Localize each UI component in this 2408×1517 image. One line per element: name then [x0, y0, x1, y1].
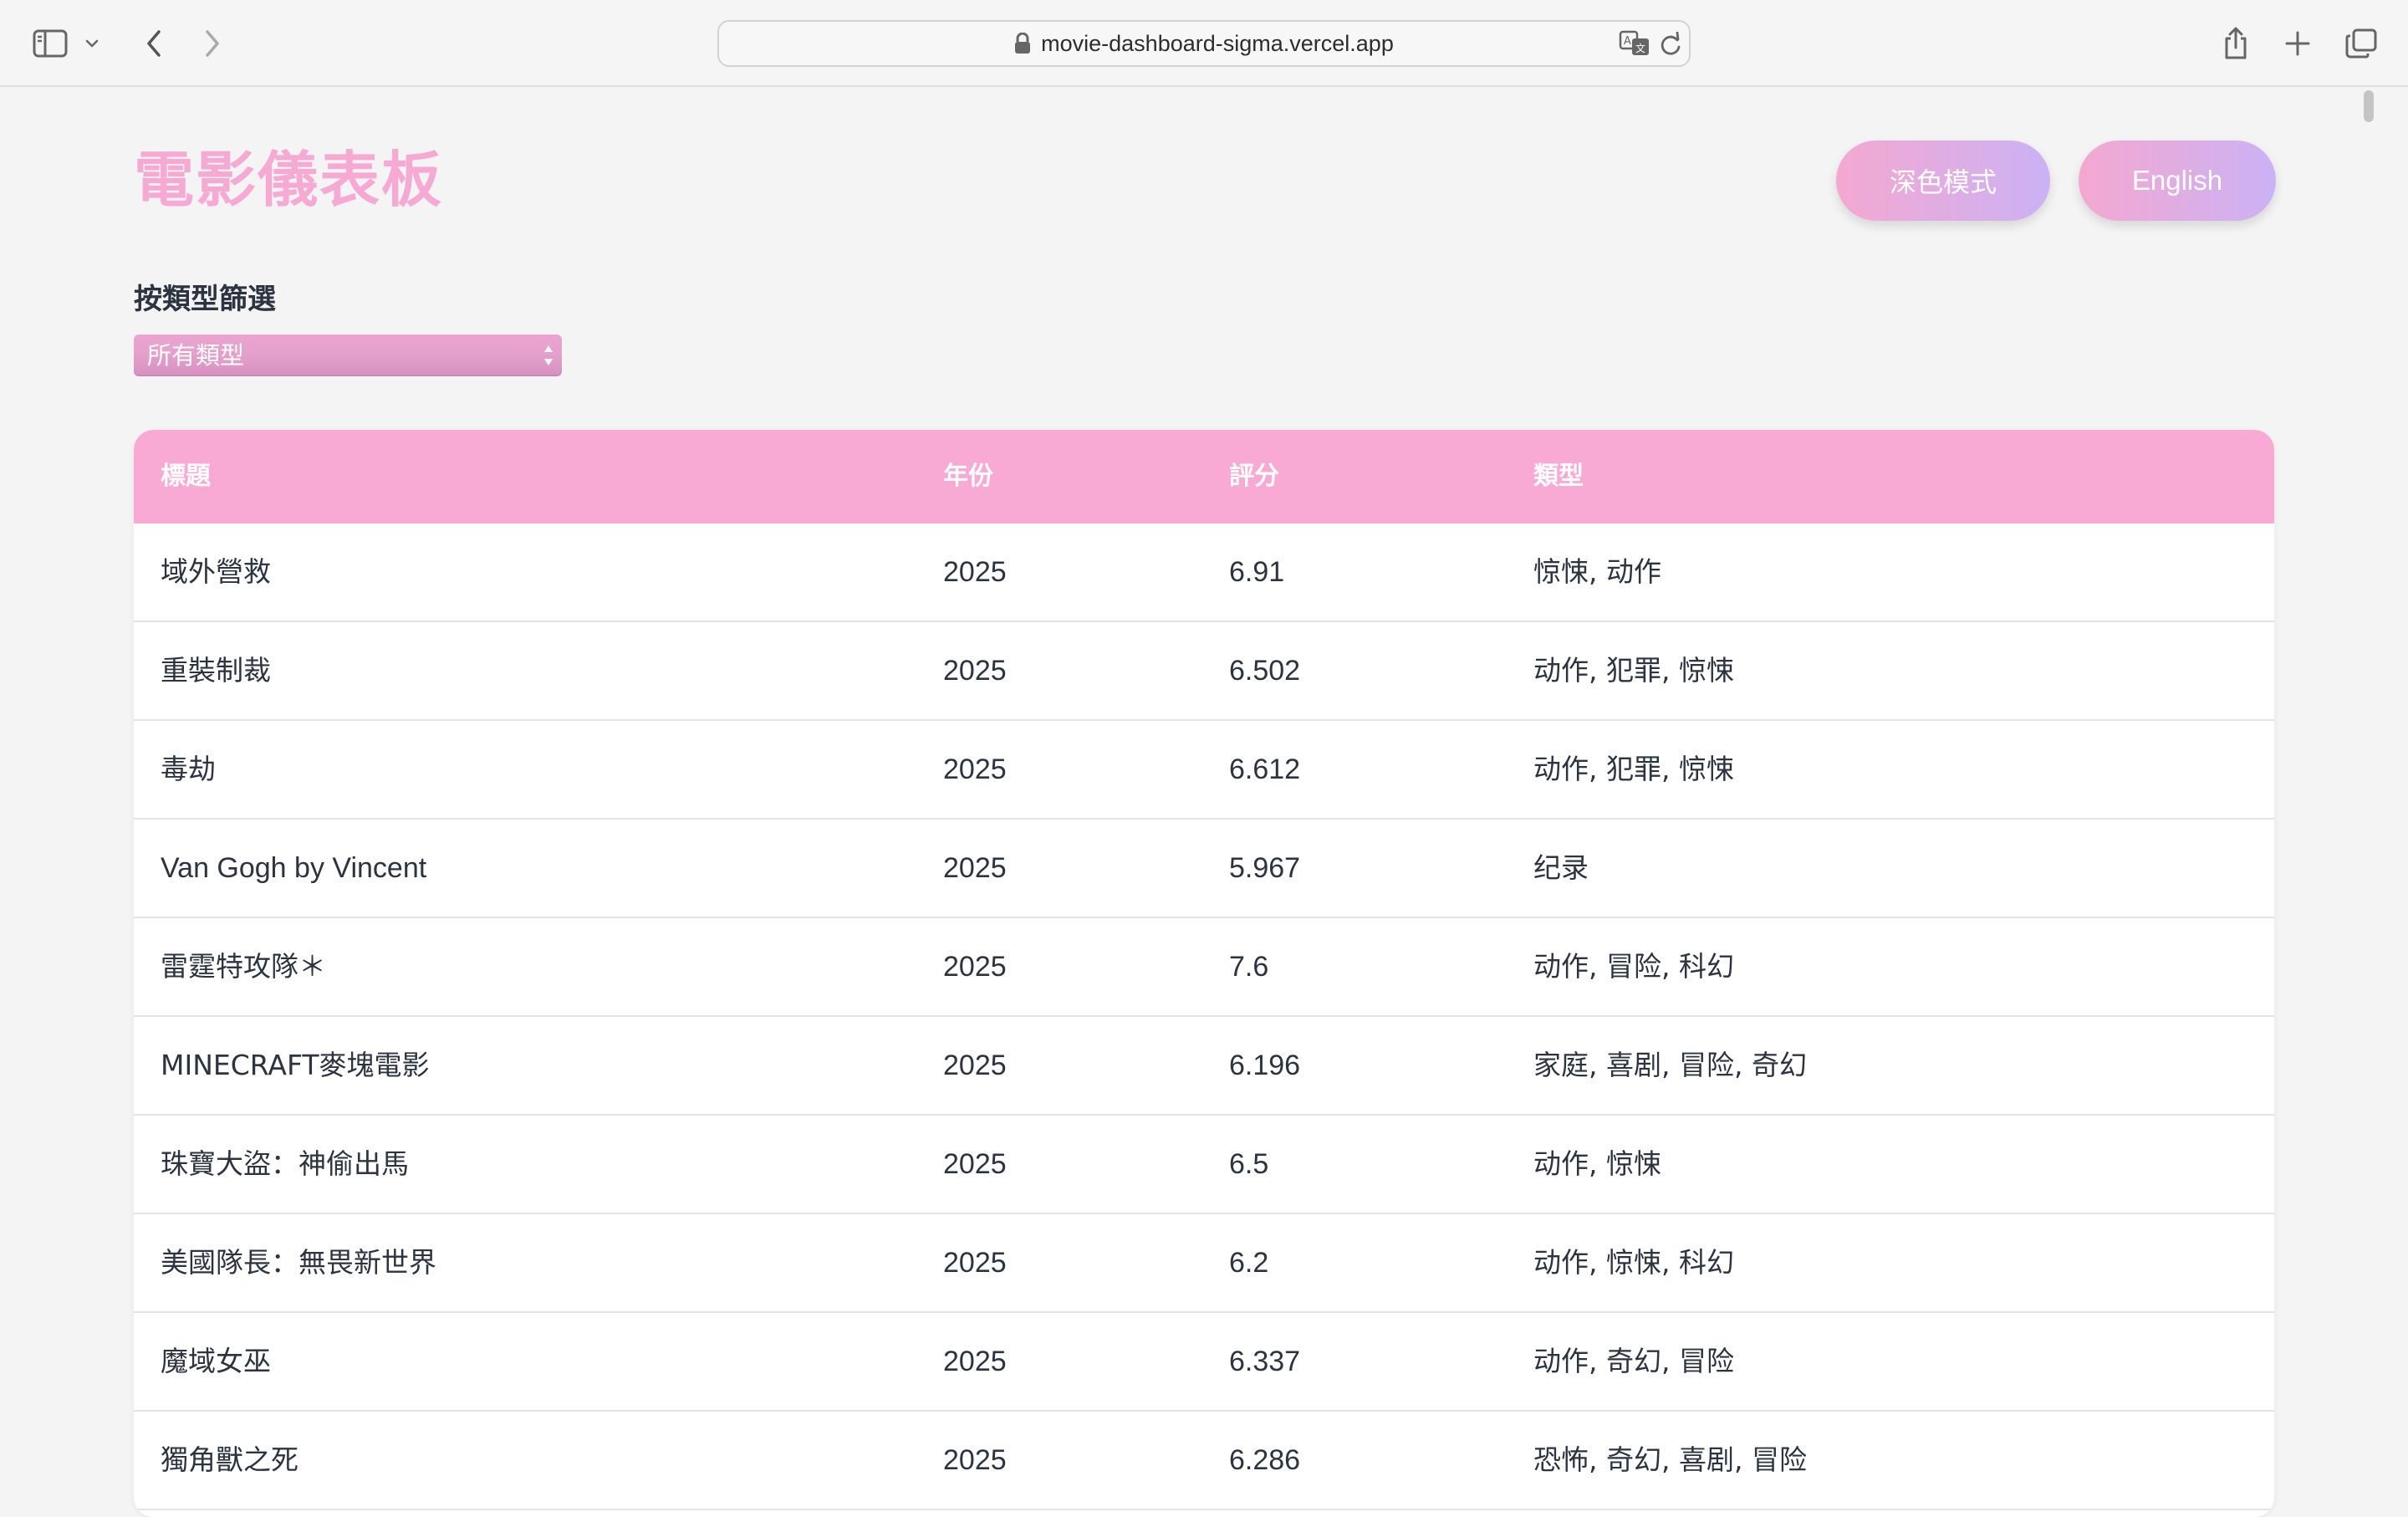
movie-rating-cell: 6.2: [1229, 1247, 1269, 1279]
sidebar-toggle-icon[interactable]: [27, 20, 74, 67]
movie-genres-cell: 动作, 惊悚, 科幻: [1533, 1246, 1734, 1279]
movie-year-cell: 2025: [943, 1444, 1007, 1476]
svg-text:A: A: [1624, 35, 1631, 48]
movie-title-cell: 雷霆特攻隊＊: [161, 950, 326, 983]
movie-year-cell: 2025: [943, 1050, 1007, 1081]
column-header-genres[interactable]: 類型: [1533, 430, 1584, 524]
back-icon[interactable]: [130, 20, 177, 67]
reload-icon[interactable]: [1659, 32, 1682, 57]
movie-rating-cell: 7.6: [1229, 951, 1269, 983]
column-header-title[interactable]: 標題: [161, 430, 211, 524]
movie-title-cell: 魔域女巫: [161, 1345, 271, 1377]
table-row[interactable]: 重裝制裁 2025 6.502 动作, 犯罪, 惊悚: [134, 622, 2274, 721]
forward-icon[interactable]: [189, 20, 236, 67]
tab-overview-icon[interactable]: [2338, 20, 2385, 67]
movie-genres-cell: 动作, 犯罪, 惊悚: [1533, 753, 1734, 785]
movie-genres-cell: 纪录: [1533, 851, 1589, 884]
column-header-rating[interactable]: 評分: [1229, 430, 1279, 524]
movie-year-cell: 2025: [943, 852, 1007, 884]
translate-icon[interactable]: A文: [1619, 30, 1652, 57]
movie-genres-cell: 动作, 犯罪, 惊悚: [1533, 654, 1734, 687]
movie-rating-cell: 6.286: [1229, 1444, 1301, 1476]
genre-filter-value: 所有類型: [147, 341, 245, 370]
movie-genres-cell: 动作, 奇幻, 冒险: [1533, 1345, 1734, 1377]
movie-genres-cell: 动作, 冒险, 科幻: [1533, 950, 1734, 983]
column-header-year[interactable]: 年份: [943, 430, 993, 524]
svg-text:文: 文: [1635, 42, 1645, 54]
movie-title-cell: 域外營救: [161, 555, 271, 588]
table-row[interactable]: 域外營救 2025 6.91 惊悚, 动作: [134, 524, 2274, 622]
movie-genres-cell: 恐怖, 奇幻, 喜剧, 冒险: [1533, 1443, 1807, 1476]
movie-title-cell: MINECRAFT麥塊電影: [161, 1049, 430, 1081]
movie-title-cell: 重裝制裁: [161, 654, 271, 687]
table-row[interactable]: 毒劫 2025 6.612 动作, 犯罪, 惊悚: [134, 721, 2274, 820]
movie-year-cell: 2025: [943, 1346, 1007, 1377]
movie-title-cell: 珠寶大盜：神偷出馬: [161, 1147, 409, 1180]
movie-year-cell: 2025: [943, 1148, 1007, 1180]
url-text: movie-dashboard-sigma.vercel.app: [1041, 30, 1394, 56]
movie-rating-cell: 6.5: [1229, 1148, 1269, 1180]
movie-rating-cell: 6.337: [1229, 1346, 1301, 1377]
lock-icon: [1015, 33, 1031, 54]
movie-rating-cell: 6.91: [1229, 556, 1285, 588]
table-header: 標題 年份 評分 類型: [134, 430, 2274, 524]
page-title: 電影儀表板: [134, 145, 444, 215]
movie-year-cell: 2025: [943, 556, 1007, 588]
movie-year-cell: 2025: [943, 753, 1007, 785]
scrollbar-thumb[interactable]: [2364, 90, 2374, 122]
table-row[interactable]: 珠寶大盜：神偷出馬 2025 6.5 动作, 惊悚: [134, 1116, 2274, 1214]
table-row[interactable]: MINECRAFT麥塊電影 2025 6.196 家庭, 喜剧, 冒险, 奇幻: [134, 1017, 2274, 1116]
movie-rating-cell: 6.502: [1229, 655, 1301, 687]
table-row[interactable]: Van Gogh by Vincent 2025 5.967 纪录: [134, 820, 2274, 918]
table-row[interactable]: 魔域女巫 2025 6.337 动作, 奇幻, 冒险: [134, 1313, 2274, 1412]
chevron-down-icon[interactable]: [77, 20, 107, 67]
table-row[interactable]: 美國隊長：無畏新世界 2025 6.2 动作, 惊悚, 科幻: [134, 1214, 2274, 1313]
movie-title-cell: 獨角獸之死: [161, 1443, 298, 1476]
movie-genres-cell: 惊悚, 动作: [1533, 555, 1661, 588]
select-arrows-icon: [544, 345, 553, 365]
new-tab-icon[interactable]: [2274, 20, 2321, 67]
movie-rating-cell: 5.967: [1229, 852, 1301, 884]
movie-year-cell: 2025: [943, 655, 1007, 687]
table-row[interactable]: 獨角獸之死 2025 6.286 恐怖, 奇幻, 喜剧, 冒险: [134, 1412, 2274, 1510]
browser-toolbar: movie-dashboard-sigma.vercel.app A文: [0, 0, 2408, 87]
dark-mode-button[interactable]: 深色模式: [1836, 140, 2050, 221]
movie-rating-cell: 6.612: [1229, 753, 1301, 785]
movies-table: 標題 年份 評分 類型 域外營救 2025 6.91 惊悚, 动作 重裝制裁 2…: [134, 430, 2274, 1517]
movie-year-cell: 2025: [943, 951, 1007, 983]
genre-filter-label: 按類型篩選: [134, 283, 276, 316]
movie-year-cell: 2025: [943, 1247, 1007, 1279]
movie-genres-cell: 动作, 惊悚: [1533, 1147, 1661, 1180]
movie-title-cell: 美國隊長：無畏新世界: [161, 1246, 436, 1279]
movie-rating-cell: 6.196: [1229, 1050, 1301, 1081]
movie-title-cell: 毒劫: [161, 753, 216, 785]
movie-genres-cell: 家庭, 喜剧, 冒险, 奇幻: [1533, 1049, 1807, 1081]
table-row[interactable]: 雷霆特攻隊＊ 2025 7.6 动作, 冒险, 科幻: [134, 918, 2274, 1017]
genre-filter-select[interactable]: 所有類型: [134, 335, 562, 376]
language-button[interactable]: English: [2079, 140, 2276, 221]
share-icon[interactable]: [2212, 20, 2259, 67]
movie-title-cell: Van Gogh by Vincent: [161, 852, 427, 884]
address-bar[interactable]: movie-dashboard-sigma.vercel.app A文: [717, 20, 1691, 67]
